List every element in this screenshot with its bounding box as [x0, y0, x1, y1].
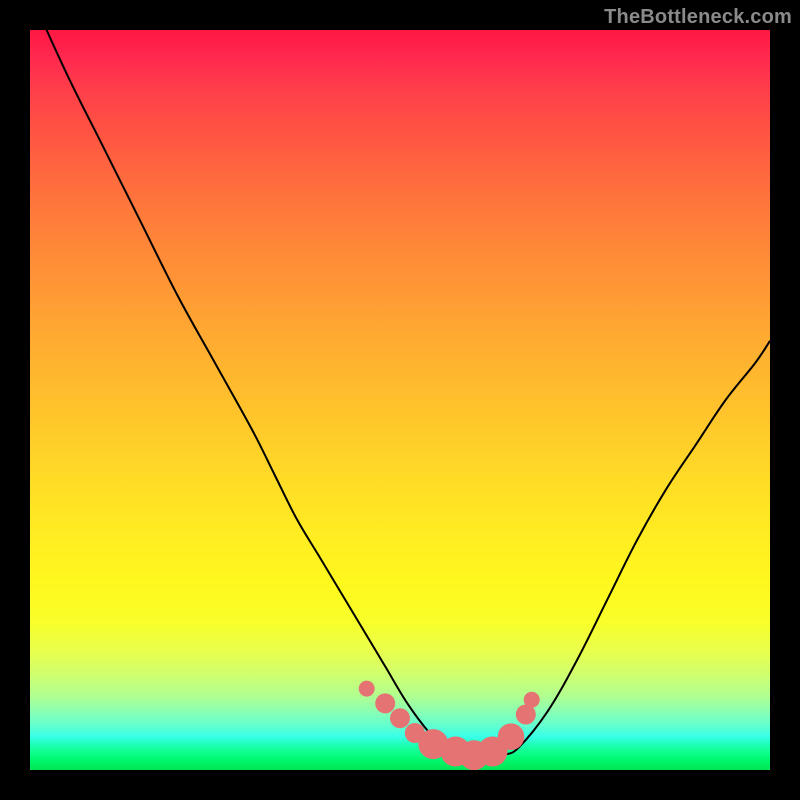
curve-marker-dot: [359, 681, 375, 697]
chart-svg: [30, 30, 770, 770]
curve-marker-dot: [524, 692, 540, 708]
bottleneck-curve-line: [30, 30, 770, 764]
curve-marker-dot: [390, 708, 410, 728]
curve-markers-group: [359, 681, 540, 770]
chart-container: [30, 30, 770, 770]
curve-marker-dot: [375, 693, 395, 713]
watermark-text: TheBottleneck.com: [604, 6, 792, 29]
curve-marker-dot: [498, 723, 525, 750]
